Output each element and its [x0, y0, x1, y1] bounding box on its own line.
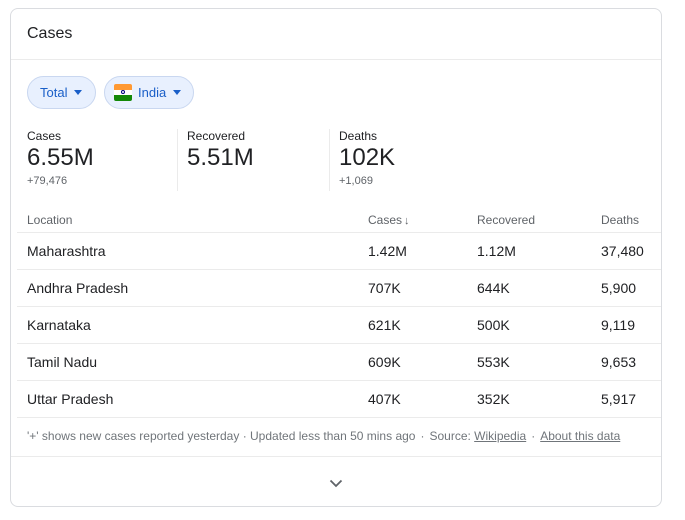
cell-recovered: 352K: [467, 380, 591, 418]
covid-cases-card: Cases Total India Cases 6.55M +79,476 Re…: [10, 8, 662, 507]
scope-dropdown-label: Total: [40, 85, 68, 100]
stat-deaths-value: 102K: [339, 144, 396, 171]
stat-divider: [177, 129, 178, 191]
column-header-deaths[interactable]: Deaths: [591, 207, 661, 233]
stat-deaths-delta: +1,069: [339, 175, 373, 187]
column-header-recovered[interactable]: Recovered: [467, 207, 591, 233]
regions-table: Location Cases ↓ Recovered Deaths Maharas…: [17, 207, 661, 418]
caret-down-icon: [74, 90, 83, 95]
cell-deaths: 37,480: [591, 232, 661, 270]
stat-deaths: Deaths 102K +1,069: [339, 129, 395, 188]
country-dropdown[interactable]: India: [104, 76, 194, 109]
cell-location: Uttar Pradesh: [17, 380, 358, 418]
cell-deaths: 5,917: [591, 380, 661, 418]
table-row[interactable]: Uttar Pradesh 407K 352K 5,917: [17, 380, 661, 418]
stat-divider: [329, 129, 330, 191]
table-row[interactable]: Andhra Pradesh 707K 644K 5,900: [17, 269, 661, 307]
cell-cases: 621K: [358, 306, 467, 344]
cell-deaths: 9,119: [591, 306, 661, 344]
stat-cases-delta: +79,476: [27, 175, 68, 187]
cell-recovered: 553K: [467, 343, 591, 381]
table-header-row: Location Cases ↓ Recovered Deaths: [17, 207, 661, 233]
stat-recovered-label: Recovered: [187, 129, 246, 143]
table-row[interactable]: Tamil Nadu 609K 553K 9,653: [17, 343, 661, 381]
expand-button[interactable]: [321, 471, 351, 495]
separator: ·: [420, 429, 425, 443]
stat-recovered-value: 5.51M: [187, 144, 254, 171]
footer-divider: [11, 456, 661, 457]
table-row[interactable]: Maharashtra 1.42M 1.12M 37,480: [17, 232, 661, 270]
cell-location: Tamil Nadu: [17, 343, 358, 381]
cell-cases: 707K: [358, 269, 467, 307]
scope-dropdown[interactable]: Total: [27, 76, 96, 109]
cell-recovered: 500K: [467, 306, 591, 344]
cell-location: Karnataka: [17, 306, 358, 344]
cell-recovered: 644K: [467, 269, 591, 307]
country-dropdown-label: India: [138, 85, 167, 100]
cell-location: Andhra Pradesh: [17, 269, 358, 307]
separator: ·: [531, 429, 536, 443]
column-header-cases-label: Cases: [368, 212, 403, 227]
footnote: '+' shows new cases reported yesterday ·…: [27, 429, 620, 443]
footnote-text: '+' shows new cases reported yesterday ·…: [27, 429, 416, 443]
stat-cases: Cases 6.55M +79,476: [27, 129, 94, 188]
table-row[interactable]: Karnataka 621K 500K 9,119: [17, 306, 661, 344]
india-flag-icon: [114, 84, 132, 101]
cell-location: Maharashtra: [17, 232, 358, 270]
stat-cases-label: Cases: [27, 129, 62, 143]
cell-deaths: 5,900: [591, 269, 661, 307]
cell-deaths: 9,653: [591, 343, 661, 381]
card-title: Cases: [27, 25, 73, 42]
stat-deaths-label: Deaths: [339, 129, 378, 143]
source-link-wikipedia[interactable]: Wikipedia: [474, 429, 526, 443]
about-this-data-link[interactable]: About this data: [540, 429, 620, 443]
cell-recovered: 1.12M: [467, 232, 591, 270]
column-header-location[interactable]: Location: [17, 207, 358, 233]
stat-cases-value: 6.55M: [27, 144, 94, 171]
cell-cases: 609K: [358, 343, 467, 381]
header-divider: [11, 59, 661, 60]
source-label: Source:: [429, 429, 471, 443]
chevron-down-icon: [329, 479, 343, 487]
column-header-cases[interactable]: Cases ↓: [358, 207, 467, 233]
caret-down-icon: [173, 90, 182, 95]
cell-cases: 1.42M: [358, 232, 467, 270]
stat-recovered: Recovered 5.51M: [187, 129, 254, 172]
arrow-down-icon: ↓: [404, 214, 410, 227]
cell-cases: 407K: [358, 380, 467, 418]
